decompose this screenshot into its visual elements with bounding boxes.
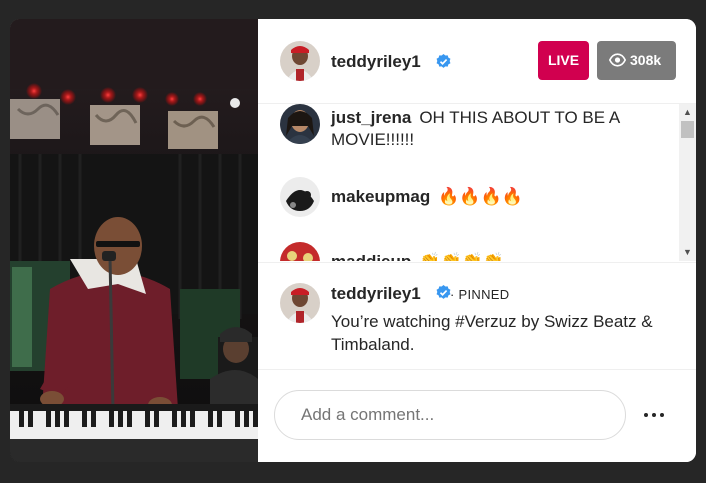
scroll-down-arrow-icon[interactable]: ▼ [679,244,696,261]
viewer-count: 308k [630,52,662,68]
comment-input[interactable] [274,390,626,440]
pinned-username[interactable]: teddyriley1 [331,284,421,304]
comment-username[interactable]: just_jrena [331,108,411,127]
commenter-avatar[interactable] [280,177,320,217]
live-modal: teddyriley1 LIVE 308k just_jrena OH THIS… [10,19,696,462]
comment-username[interactable]: maddieup [331,252,411,261]
live-panel: teddyriley1 LIVE 308k just_jrena OH THIS… [258,19,696,462]
host-username[interactable]: teddyriley1 [331,52,421,72]
commenter-avatar[interactable] [280,242,320,261]
pinned-label: · PINNED [450,287,510,302]
scrollbar-thumb[interactable] [681,121,694,138]
comment-text: 👏👏👏👏 [419,252,504,261]
dot-icon [644,413,648,417]
comments-list[interactable]: just_jrena OH THIS ABOUT TO BE A MOVIE!!!… [258,104,696,261]
viewer-count-badge[interactable]: 308k [597,41,676,80]
verified-badge-icon [436,285,451,299]
comment-text: 🔥🔥🔥🔥 [438,187,523,206]
live-video[interactable] [10,19,258,462]
commenter-avatar[interactable] [280,104,320,144]
more-options-button[interactable] [642,405,668,425]
scroll-up-arrow-icon[interactable]: ▲ [679,104,696,121]
comment-username[interactable]: makeupmag [331,187,430,206]
eye-icon [609,53,626,67]
comments-scrollbar[interactable]: ▲ ▼ [679,104,696,261]
dot-icon [652,413,656,417]
pinned-avatar[interactable] [280,283,320,323]
verified-badge-icon [436,54,451,68]
pinned-message: You’re watching #Verzuz by Swizz Beatz &… [331,312,653,354]
live-header: teddyriley1 LIVE 308k [258,19,696,104]
pinned-comment: teddyriley1 · PINNED You’re watching #Ve… [258,262,696,370]
dot-icon [660,413,664,417]
host-avatar[interactable] [280,41,320,81]
live-badge: LIVE [538,41,589,80]
